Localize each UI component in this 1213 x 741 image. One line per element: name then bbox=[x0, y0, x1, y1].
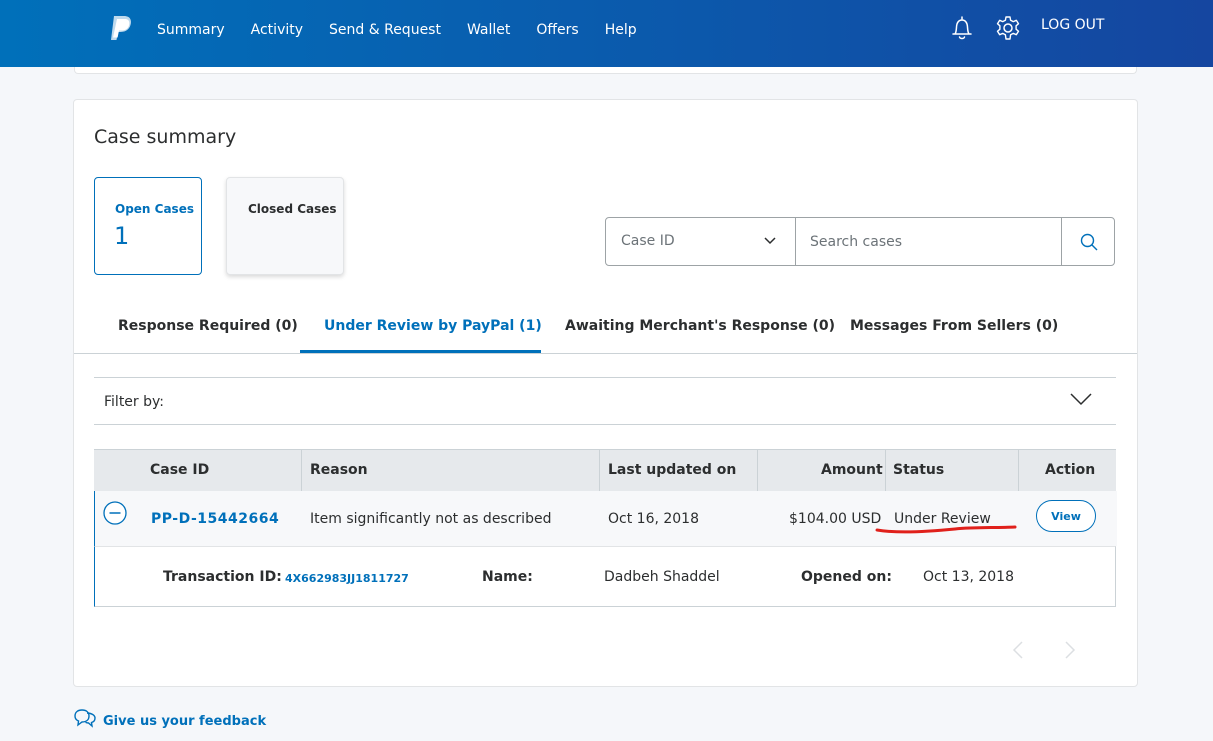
tab-response-required[interactable]: Response Required (0) bbox=[118, 318, 298, 334]
nav-send-request[interactable]: Send & Request bbox=[329, 20, 441, 40]
filter-label: Filter by: bbox=[104, 394, 164, 410]
search-button[interactable] bbox=[1061, 218, 1114, 265]
name-value: Dadbeh Shaddel bbox=[604, 569, 720, 585]
table-row: PP-D-15442664 Item significantly not as … bbox=[94, 491, 1117, 546]
paypal-logo-icon[interactable] bbox=[108, 14, 134, 42]
main-nav: Summary Activity Send & Request Wallet O… bbox=[157, 20, 663, 40]
tab-under-review[interactable]: Under Review by PayPal (1) bbox=[324, 318, 542, 334]
column-divider bbox=[301, 450, 302, 491]
top-nav-bar: Summary Activity Send & Request Wallet O… bbox=[0, 0, 1213, 67]
nav-help[interactable]: Help bbox=[605, 20, 637, 40]
feedback-link[interactable]: Give us your feedback bbox=[73, 706, 266, 729]
opened-on-value: Oct 13, 2018 bbox=[923, 569, 1014, 585]
page-title: Case summary bbox=[94, 126, 237, 148]
active-tab-indicator bbox=[300, 350, 541, 353]
open-cases-tile[interactable]: Open Cases 1 bbox=[94, 177, 202, 275]
column-divider bbox=[599, 450, 600, 491]
chevron-down-icon bbox=[764, 237, 776, 245]
case-summary-card: Case summary Open Cases 1 Closed Cases C… bbox=[73, 99, 1138, 687]
open-cases-count: 1 bbox=[114, 222, 130, 250]
case-last-updated: Oct 16, 2018 bbox=[608, 511, 699, 527]
case-reason: Item significantly not as described bbox=[310, 511, 552, 527]
closed-cases-tile[interactable]: Closed Cases bbox=[226, 177, 344, 275]
search-type-value: Case ID bbox=[621, 233, 675, 249]
col-reason: Reason bbox=[310, 462, 368, 478]
column-divider bbox=[1018, 450, 1019, 491]
nav-wallet[interactable]: Wallet bbox=[467, 20, 510, 40]
chevron-left-icon[interactable] bbox=[1012, 641, 1024, 659]
case-tabs: Response Required (0) Under Review by Pa… bbox=[74, 305, 1137, 354]
closed-cases-label: Closed Cases bbox=[248, 202, 337, 216]
tab-messages-sellers[interactable]: Messages From Sellers (0) bbox=[850, 318, 1058, 334]
nav-offers[interactable]: Offers bbox=[536, 20, 578, 40]
name-label: Name: bbox=[482, 569, 533, 585]
search-type-select[interactable]: Case ID bbox=[606, 218, 796, 265]
col-amount: Amount bbox=[821, 462, 883, 478]
transaction-id-label: Transaction ID: bbox=[163, 569, 282, 585]
case-id-link[interactable]: PP-D-15442664 bbox=[151, 511, 279, 527]
case-amount: $104.00 USD bbox=[789, 511, 882, 527]
gear-icon[interactable] bbox=[995, 15, 1021, 41]
col-last-updated: Last updated on bbox=[608, 462, 737, 478]
nav-activity[interactable]: Activity bbox=[251, 20, 303, 40]
red-annotation-underline bbox=[875, 525, 1017, 534]
bell-icon[interactable] bbox=[950, 15, 974, 41]
col-case-id: Case ID bbox=[150, 462, 210, 478]
chevron-down-icon bbox=[1070, 393, 1092, 406]
open-cases-label: Open Cases bbox=[115, 202, 194, 216]
case-detail-row: Transaction ID: 4X662983JJ1811727 Name: … bbox=[94, 546, 1116, 607]
search-input[interactable] bbox=[796, 218, 1060, 265]
feedback-label: Give us your feedback bbox=[103, 714, 267, 729]
column-divider bbox=[885, 450, 886, 491]
logout-link[interactable]: LOG OUT bbox=[1041, 17, 1104, 33]
collapse-row-icon[interactable] bbox=[103, 501, 127, 525]
view-case-button[interactable]: View bbox=[1036, 500, 1096, 532]
search-icon bbox=[1080, 233, 1098, 251]
table-header: Case ID Reason Last updated on Amount St… bbox=[94, 449, 1116, 492]
column-divider bbox=[757, 450, 758, 491]
col-status: Status bbox=[893, 462, 945, 478]
chat-bubbles-icon bbox=[74, 708, 96, 728]
nav-summary[interactable]: Summary bbox=[157, 20, 225, 40]
case-search: Case ID bbox=[605, 217, 1115, 266]
previous-card-edge bbox=[74, 67, 1137, 74]
opened-on-label: Opened on: bbox=[801, 569, 892, 585]
col-action: Action bbox=[1045, 462, 1096, 478]
chevron-right-icon[interactable] bbox=[1064, 641, 1076, 659]
filter-bar[interactable]: Filter by: bbox=[94, 377, 1116, 425]
tab-awaiting-merchant[interactable]: Awaiting Merchant's Response (0) bbox=[565, 318, 835, 334]
transaction-id-link[interactable]: 4X662983JJ1811727 bbox=[285, 572, 409, 585]
